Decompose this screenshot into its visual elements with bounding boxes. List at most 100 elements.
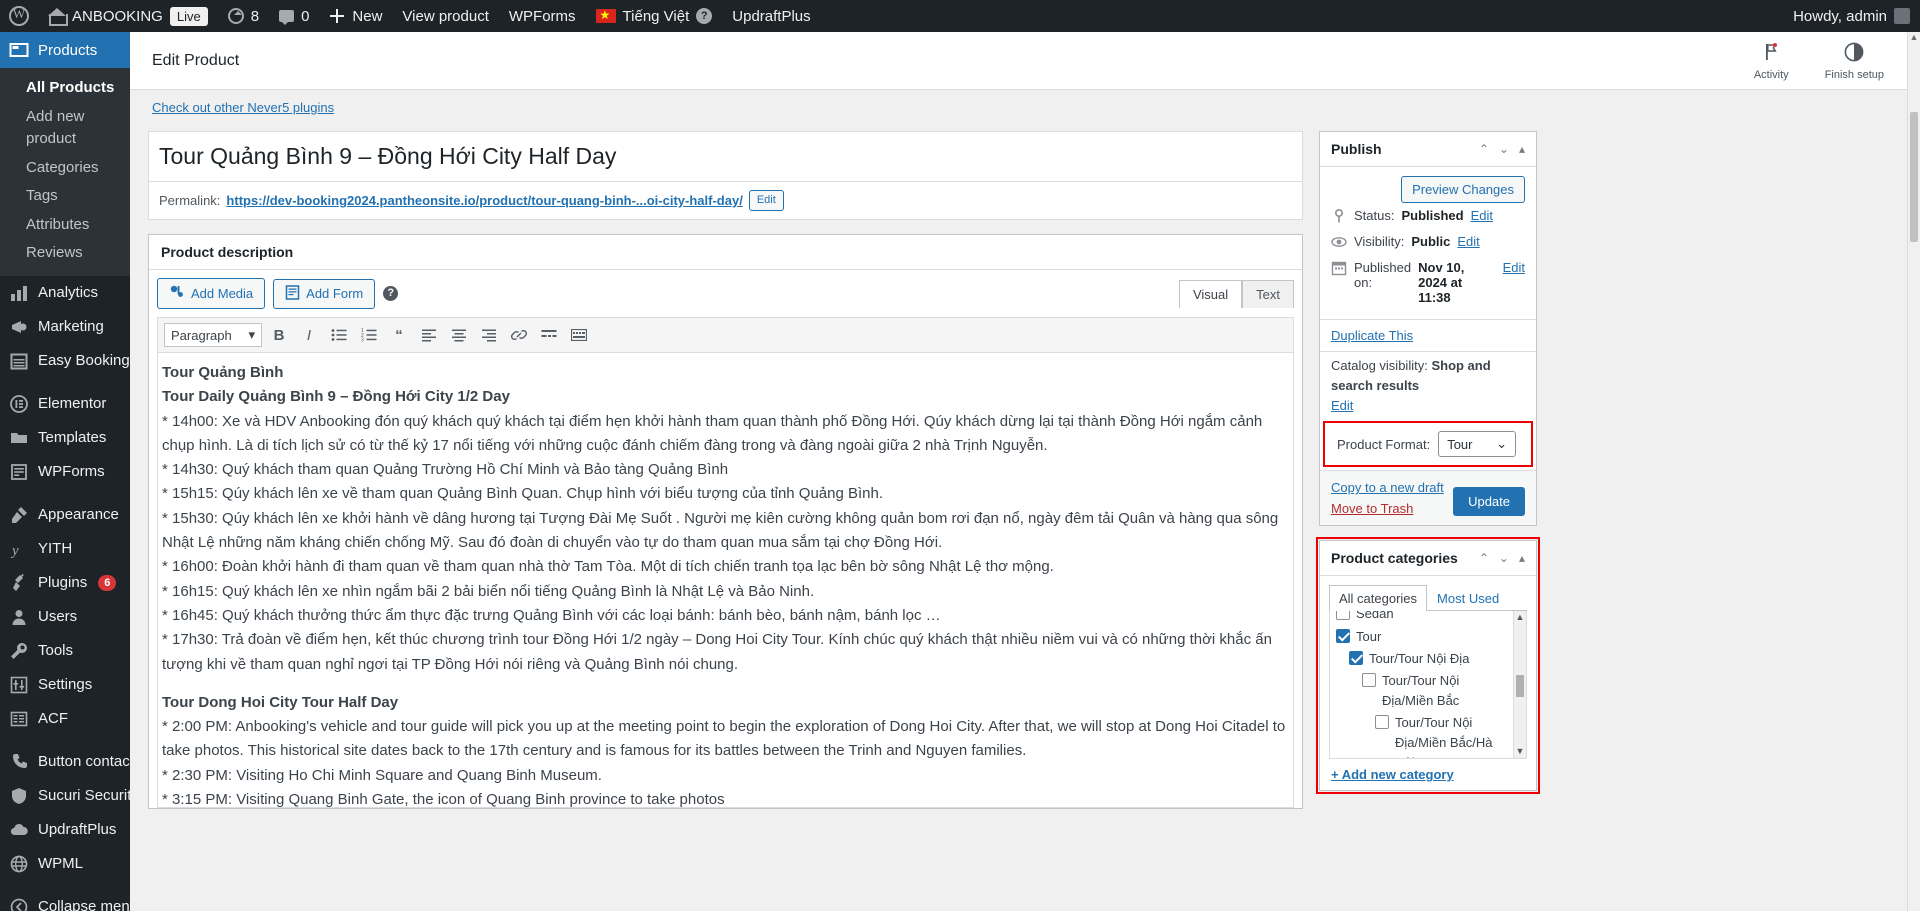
bold-icon[interactable]: B xyxy=(266,323,292,347)
scroll-down-icon[interactable]: ▼ xyxy=(1514,745,1526,758)
submenu-add-new-product[interactable]: Add new product xyxy=(0,103,130,154)
category-list-scrollbar[interactable]: ▲ ▼ xyxy=(1513,611,1526,759)
category-item[interactable]: Tour/Tour Nội Địa/Miền Bắc/Hà Nội xyxy=(1336,712,1513,758)
edit-permalink-button[interactable]: Edit xyxy=(748,190,784,211)
never5-plugins-link[interactable]: Check out other Never5 plugins xyxy=(152,100,334,115)
view-product-link[interactable]: View product xyxy=(392,0,498,32)
sidebar-item-wpml[interactable]: WPML xyxy=(0,847,130,881)
howdy-menu[interactable]: Howdy, admin xyxy=(1783,0,1920,32)
scroll-up-icon[interactable]: ▲ xyxy=(1908,32,1920,42)
wordpress-logo-button[interactable] xyxy=(0,0,38,32)
move-down-icon[interactable]: ⌄ xyxy=(1499,551,1509,565)
language-switcher[interactable]: Tiếng Việt ? xyxy=(586,0,723,32)
numbered-list-icon[interactable]: 123 xyxy=(356,323,382,347)
sidebar-item-yith[interactable]: y YITH xyxy=(0,532,130,566)
category-item[interactable]: Sedan xyxy=(1336,611,1513,625)
submenu-reviews[interactable]: Reviews xyxy=(0,239,130,268)
toolbar-toggle-icon[interactable] xyxy=(566,323,592,347)
status-edit-link[interactable]: Edit xyxy=(1471,208,1493,223)
wpforms-menu[interactable]: WPForms xyxy=(499,0,586,32)
help-icon[interactable]: ? xyxy=(696,8,713,24)
tab-visual[interactable]: Visual xyxy=(1178,279,1243,308)
content-columns: Permalink: https://dev-booking2024.panth… xyxy=(130,117,1920,809)
sidebar-item-plugins[interactable]: Plugins 6 xyxy=(0,566,130,600)
permalink-url[interactable]: https://dev-booking2024.pantheonsite.io/… xyxy=(226,193,742,208)
sidebar-item-sucuri-security[interactable]: Sucuri Security xyxy=(0,779,130,813)
read-more-icon[interactable] xyxy=(536,323,562,347)
category-item[interactable]: Tour/Tour Nội Địa xyxy=(1336,648,1513,670)
updates-menu[interactable]: 8 xyxy=(218,0,269,32)
sidebar-item-updraftplus[interactable]: UpdraftPlus xyxy=(0,813,130,847)
category-checkbox[interactable] xyxy=(1349,650,1363,665)
sidebar-item-button-contact[interactable]: Button contact xyxy=(0,745,130,779)
sidebar-item-easy-booking[interactable]: Easy Booking xyxy=(0,344,130,378)
new-content-menu[interactable]: New xyxy=(319,0,392,32)
bulleted-list-icon[interactable] xyxy=(326,323,352,347)
editor-content-area[interactable]: Tour Quảng Bình Tour Daily Quảng Bình 9 –… xyxy=(157,353,1294,808)
product-format-select[interactable]: Tour ⌄ xyxy=(1438,431,1517,458)
move-up-icon[interactable]: ⌃ xyxy=(1479,142,1489,156)
page-title: Edit Product xyxy=(152,51,240,69)
align-center-icon[interactable] xyxy=(446,323,472,347)
tab-all-categories[interactable]: All categories xyxy=(1329,585,1428,612)
sidebar-item-elementor[interactable]: Elementor xyxy=(0,387,130,421)
category-checkbox[interactable] xyxy=(1362,672,1376,687)
activity-button[interactable]: Activity xyxy=(1754,41,1789,81)
add-new-category-link[interactable]: + Add new category xyxy=(1331,767,1454,782)
product-title-input[interactable] xyxy=(149,132,1302,181)
add-form-button[interactable]: Add Form xyxy=(273,278,376,309)
copy-to-new-draft-link[interactable]: Copy to a new draft xyxy=(1331,480,1444,495)
sidebar-item-users[interactable]: Users xyxy=(0,600,130,634)
finish-setup-button[interactable]: Finish setup xyxy=(1825,41,1884,81)
submenu-categories[interactable]: Categories xyxy=(0,154,130,183)
category-list[interactable]: Sedan Tour Tour/Tour Nội Địa Tour/Tour Nội … xyxy=(1329,611,1527,760)
preview-changes-button[interactable]: Preview Changes xyxy=(1401,176,1525,203)
update-button[interactable]: Update xyxy=(1453,487,1525,517)
collapse-menu-button[interactable]: Collapse menu xyxy=(0,890,130,911)
italic-icon[interactable]: I xyxy=(296,323,322,347)
page-scrollbar-thumb[interactable] xyxy=(1910,112,1918,242)
tab-text[interactable]: Text xyxy=(1242,279,1294,308)
catalog-visibility-edit-link[interactable]: Edit xyxy=(1331,398,1353,413)
page-scrollbar[interactable]: ▲ xyxy=(1907,32,1920,911)
align-right-icon[interactable] xyxy=(476,323,502,347)
toggle-panel-icon[interactable]: ▴ xyxy=(1519,142,1525,156)
updraftplus-menu[interactable]: UpdraftPlus xyxy=(722,0,820,32)
category-label: Tour/Tour Nội Địa xyxy=(1369,650,1470,666)
comments-menu[interactable]: 0 xyxy=(269,0,319,32)
duplicate-this-link[interactable]: Duplicate This xyxy=(1331,328,1413,343)
category-checkbox[interactable] xyxy=(1336,628,1350,643)
category-checkbox[interactable] xyxy=(1375,715,1389,730)
sidebar-item-marketing[interactable]: Marketing xyxy=(0,310,130,344)
tab-most-used[interactable]: Most Used xyxy=(1427,585,1509,611)
published-on-edit-link[interactable]: Edit xyxy=(1503,260,1525,275)
submenu-all-products[interactable]: All Products xyxy=(0,74,130,103)
move-to-trash-link[interactable]: Move to Trash xyxy=(1331,501,1444,516)
sidebar-item-settings[interactable]: Settings xyxy=(0,668,130,702)
paragraph-format-select[interactable]: Paragraph ▾ xyxy=(164,323,262,347)
help-icon[interactable]: ? xyxy=(383,286,399,301)
scrollbar-thumb[interactable] xyxy=(1516,675,1524,698)
sidebar-item-appearance[interactable]: Appearance xyxy=(0,498,130,532)
sidebar-item-products[interactable]: Products xyxy=(0,32,130,68)
scroll-up-icon[interactable]: ▲ xyxy=(1514,611,1526,624)
submenu-attributes[interactable]: Attributes xyxy=(0,211,130,240)
sidebar-item-tools[interactable]: Tools xyxy=(0,634,130,668)
link-icon[interactable] xyxy=(506,323,532,347)
sidebar-item-analytics[interactable]: Analytics xyxy=(0,276,130,310)
move-up-icon[interactable]: ⌃ xyxy=(1479,551,1489,565)
category-checkbox[interactable] xyxy=(1336,611,1350,621)
site-name-menu[interactable]: ANBOOKING Live xyxy=(38,0,218,32)
sidebar-item-acf[interactable]: ACF xyxy=(0,702,130,736)
toggle-panel-icon[interactable]: ▴ xyxy=(1519,551,1525,565)
sidebar-item-templates[interactable]: Templates xyxy=(0,421,130,455)
blockquote-icon[interactable]: “ xyxy=(386,323,412,347)
add-media-button[interactable]: Add Media xyxy=(157,278,266,309)
category-item[interactable]: Tour/Tour Nội Địa/Miền Bắc xyxy=(1336,670,1513,712)
visibility-edit-link[interactable]: Edit xyxy=(1457,234,1479,249)
submenu-tags[interactable]: Tags xyxy=(0,182,130,211)
move-down-icon[interactable]: ⌄ xyxy=(1499,142,1509,156)
sidebar-item-wpforms[interactable]: WPForms xyxy=(0,455,130,489)
category-item[interactable]: Tour xyxy=(1336,626,1513,648)
align-left-icon[interactable] xyxy=(416,323,442,347)
